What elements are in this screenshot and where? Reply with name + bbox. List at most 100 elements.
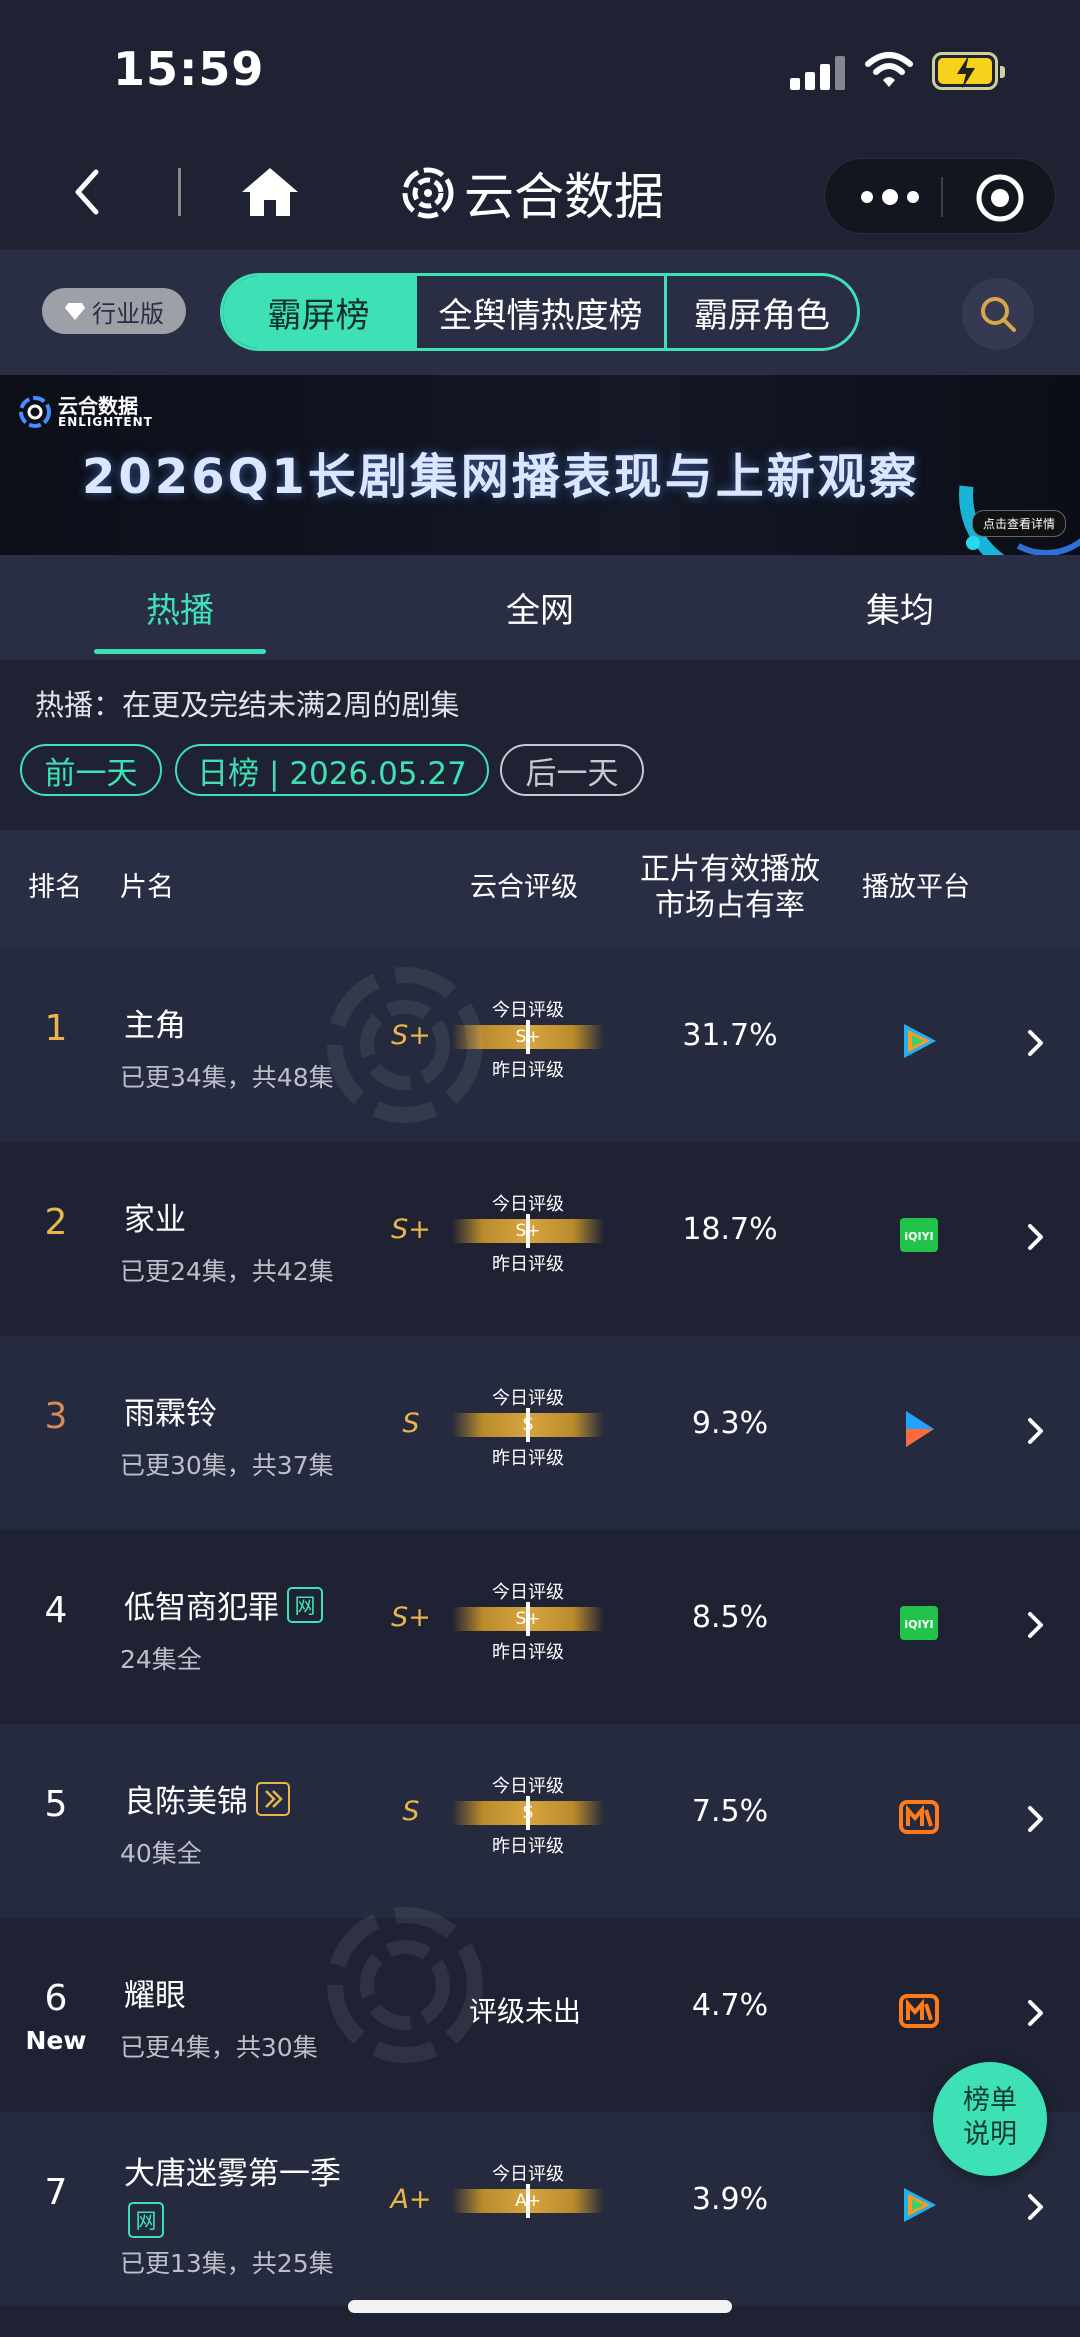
header-market-share-line2: 市场占有率	[655, 888, 805, 923]
grade-bar: 今日评级 S+ 昨日评级	[446, 996, 610, 1096]
drama-title: 雨霖铃	[124, 1396, 217, 1432]
chevron-right-icon[interactable]	[1024, 1414, 1048, 1448]
svg-text:iQIYI: iQIYI	[904, 1618, 933, 1631]
svg-text:iQIYI: iQIYI	[904, 1230, 933, 1243]
promo-banner[interactable]: 云合数据 ENLIGHTENT 2026Q1长剧集网播表现与上新观察 点击查看详…	[0, 375, 1080, 555]
web-drama-tag: 网	[128, 2202, 164, 2238]
signal-icon	[790, 56, 846, 90]
today-grade-label: 今日评级	[492, 1776, 564, 1797]
segment-top-roles[interactable]: 霸屏角色	[667, 276, 857, 348]
next-day-button[interactable]: 后一天	[500, 744, 644, 796]
chevron-right-icon[interactable]	[1024, 1220, 1048, 1254]
yesterday-grade-label: 昨日评级	[492, 1060, 564, 1081]
grade-label: S+	[391, 1602, 431, 1633]
yesterday-grade-label: 昨日评级	[492, 1642, 564, 1663]
yesterday-grade-label: 昨日评级	[492, 1254, 564, 1275]
yesterday-grade-label: 昨日评级	[492, 1836, 564, 1857]
chevron-right-icon[interactable]	[1024, 1608, 1048, 1642]
chevron-right-icon[interactable]	[1024, 1802, 1048, 1836]
date-selector[interactable]: 日榜 | 2026.05.27	[175, 744, 489, 796]
banner-logo-en: ENLIGHTENT	[58, 415, 153, 429]
industry-edition-badge[interactable]: 行业版	[42, 288, 186, 334]
capsule-divider	[941, 177, 943, 217]
drama-title: 低智商犯罪	[124, 1590, 279, 1626]
episode-info: 已更30集，共37集	[120, 1451, 334, 1480]
ranking-type-bar: 行业版 霸屏榜 全舆情热度榜 霸屏角色	[0, 250, 1080, 375]
chevron-right-icon[interactable]	[1024, 1996, 1048, 2030]
rank-number: 7	[44, 2172, 68, 2213]
ranking-description: 热播：在更及完结未满2周的剧集	[35, 688, 460, 722]
table-row[interactable]: 5 良陈美锦 40集全 S 今日评级 S 昨日评级 7.5%	[0, 1724, 1080, 1918]
nav-title-group: 云合数据	[400, 158, 664, 228]
table-row[interactable]: 4 低智商犯罪 网 24集全 S+ 今日评级 S+ 昨日评级 8.5% iQIY…	[0, 1530, 1080, 1724]
market-share: 31.7%	[682, 1018, 778, 1053]
today-grade-label: 今日评级	[492, 2164, 564, 2185]
home-indicator[interactable]	[348, 2300, 732, 2313]
segment-public-opinion[interactable]: 全舆情热度榜	[417, 276, 667, 348]
table-row[interactable]: 2 家业 已更24集，共42集 S+ 今日评级 S+ 昨日评级 18.7% iQ…	[0, 1142, 1080, 1336]
episode-info: 40集全	[120, 1839, 202, 1868]
banner-logo: 云合数据 ENLIGHTENT	[18, 395, 153, 429]
grade-label: S	[402, 1796, 420, 1827]
header-rating: 云合评级	[470, 872, 578, 903]
wifi-icon	[864, 50, 914, 94]
previous-day-button[interactable]: 前一天	[20, 744, 162, 796]
episode-info: 已更4集，共30集	[120, 2033, 318, 2062]
table-row[interactable]: 6 New 耀眼 已更4集，共30集 评级未出 4.7%	[0, 1918, 1080, 2112]
market-share: 9.3%	[691, 1406, 769, 1441]
header-title: 片名	[120, 872, 174, 903]
grade-label: A+	[390, 2184, 432, 2215]
today-grade-label: 今日评级	[492, 1582, 564, 1603]
header-platform: 播放平台	[862, 872, 970, 903]
today-grade-label: 今日评级	[492, 1388, 564, 1409]
header-market-share-line1: 正片有效播放	[640, 852, 820, 887]
tab-per-episode[interactable]: 集均	[720, 555, 1080, 660]
new-entry-tag: New	[25, 2026, 87, 2055]
market-share: 4.7%	[691, 1988, 769, 2023]
segment-bapingbang[interactable]: 霸屏榜	[223, 276, 417, 348]
table-row[interactable]: 7 大唐迷雾第一季 网 已更13集，共25集 A+ 今日评级 A+ 3.9%	[0, 2112, 1080, 2306]
chevron-right-icon[interactable]	[1024, 2190, 1048, 2224]
drama-title: 家业	[124, 1202, 186, 1238]
drama-title: 耀眼	[124, 1978, 186, 2014]
miniprogram-capsule	[824, 158, 1056, 234]
grade-bar-value: S+	[515, 1609, 541, 1629]
home-button[interactable]	[238, 162, 302, 222]
status-bar: 15:59	[0, 0, 1080, 140]
banner-cta[interactable]: 点击查看详情	[972, 510, 1067, 537]
grade-bar-value: S	[522, 1803, 534, 1823]
chevron-right-icon[interactable]	[1024, 1026, 1048, 1060]
float-button-line1: 榜单	[963, 2085, 1017, 2116]
grade-label: S	[402, 1408, 420, 1439]
back-button[interactable]	[60, 162, 120, 222]
grade-label: S+	[391, 1020, 431, 1051]
nav-divider	[178, 168, 181, 216]
grade-label: S+	[391, 1214, 431, 1245]
drama-title: 良陈美锦	[124, 1784, 248, 1820]
ranking-info: 热播：在更及完结未满2周的剧集 前一天 日榜 | 2026.05.27 后一天	[0, 660, 1080, 830]
table-row[interactable]: 1 主角 已更34集，共48集 S+ 今日评级 S+ 昨日评级 31.7%	[0, 948, 1080, 1142]
industry-edition-label: 行业版	[92, 299, 164, 328]
grade-bar: 今日评级 A+	[446, 2160, 610, 2260]
episode-info: 24集全	[120, 1645, 202, 1674]
iqiyi-icon: iQIYI	[900, 1218, 938, 1252]
ranking-segment-control: 霸屏榜 全舆情热度榜 霸屏角色	[220, 273, 860, 351]
grade-bar: 今日评级 S+ 昨日评级	[446, 1190, 610, 1290]
drama-title-group: 低智商犯罪 网	[124, 1582, 323, 1627]
more-button[interactable]	[855, 179, 925, 215]
iqiyi-icon: iQIYI	[900, 1606, 938, 1640]
market-share: 8.5%	[691, 1600, 769, 1635]
mango-tv-icon	[899, 1994, 939, 2028]
tab-hot[interactable]: 热播	[0, 555, 360, 660]
ranking-explanation-button[interactable]: 榜单 说明	[933, 2062, 1047, 2176]
grade-bar-value: A+	[515, 2191, 541, 2211]
close-miniprogram-button[interactable]	[975, 173, 1025, 223]
table-row[interactable]: 3 雨霖铃 已更30集，共37集 S 今日评级 S 昨日评级 9.3%	[0, 1336, 1080, 1530]
yesterday-grade-label: 昨日评级	[492, 1448, 564, 1469]
banner-title: 2026Q1长剧集网播表现与上新观察	[82, 449, 920, 505]
nav-bar: 云合数据	[0, 140, 1080, 250]
banner-logo-cn: 云合数据	[58, 394, 138, 418]
tab-all-network[interactable]: 全网	[360, 555, 720, 660]
mango-tv-icon	[899, 1800, 939, 1834]
search-button[interactable]	[962, 278, 1034, 350]
